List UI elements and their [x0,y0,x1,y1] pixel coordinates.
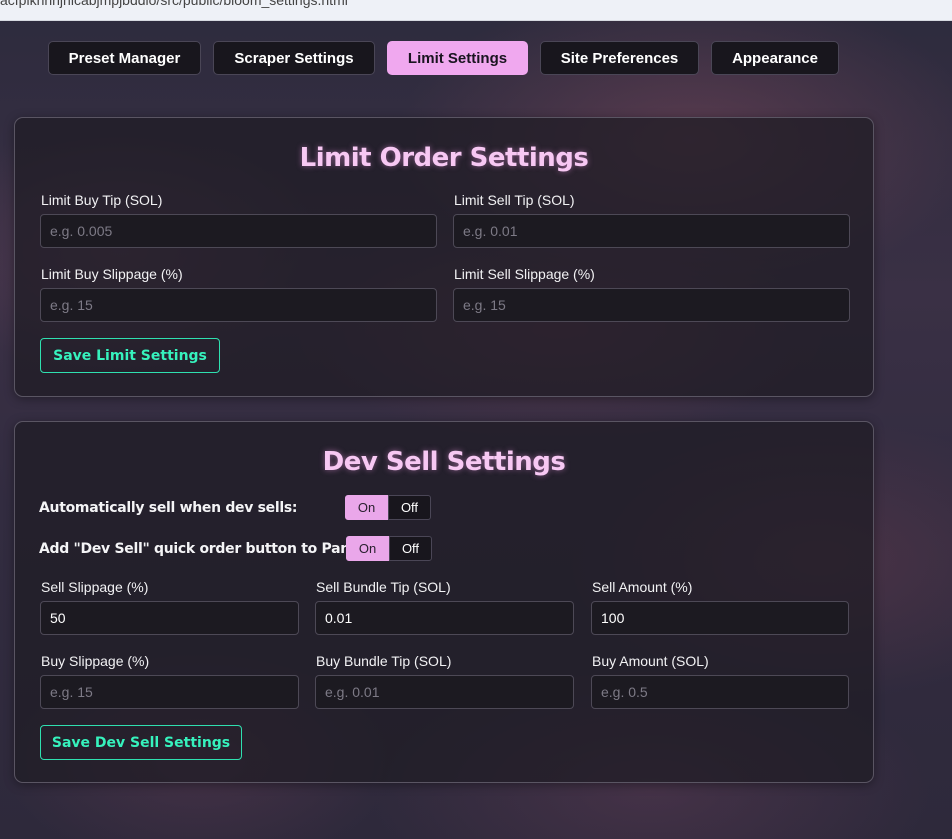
auto-sell-on-button[interactable]: On [345,495,388,520]
browser-url-bar[interactable]: acfpiknhnjnicabjmpjbddlo/src/public/bloo… [0,0,952,21]
quick-button-label: Add "Dev Sell" quick order button to Pan… [39,541,369,557]
auto-sell-label: Automatically sell when dev sells: [39,500,298,516]
limit-order-settings-card: Limit Order Settings Limit Buy Tip (SOL)… [14,117,874,397]
limit-sell-slippage-input[interactable] [453,288,850,322]
buy-slippage-label: Buy Slippage (%) [41,653,150,669]
tab-appearance[interactable]: Appearance [711,41,839,75]
limit-sell-slippage-label: Limit Sell Slippage (%) [454,266,595,282]
buy-bundle-tip-input[interactable] [315,675,574,709]
tab-site-preferences[interactable]: Site Preferences [540,41,699,75]
limit-sell-tip-label: Limit Sell Tip (SOL) [454,192,575,208]
url-text: acfpiknhnjnicabjmpjbddlo/src/public/bloo… [0,0,348,8]
tab-limit-settings[interactable]: Limit Settings [387,41,528,75]
dev-sell-settings-card: Dev Sell Settings Automatically sell whe… [14,421,874,783]
limit-buy-tip-label: Limit Buy Tip (SOL) [41,192,163,208]
tab-scraper-settings[interactable]: Scraper Settings [213,41,375,75]
save-dev-sell-settings-button[interactable]: Save Dev Sell Settings [40,725,242,760]
limit-buy-slippage-label: Limit Buy Slippage (%) [41,266,183,282]
auto-sell-toggle: On Off [345,495,431,520]
save-limit-settings-button[interactable]: Save Limit Settings [40,338,220,373]
auto-sell-off-button[interactable]: Off [388,495,431,520]
limit-buy-tip-input[interactable] [40,214,437,248]
quick-button-on-button[interactable]: On [346,536,389,561]
sell-slippage-label: Sell Slippage (%) [41,579,149,595]
buy-amount-input[interactable] [591,675,849,709]
dev-sell-settings-title: Dev Sell Settings [322,447,566,477]
sell-amount-input[interactable] [591,601,849,635]
sell-bundle-tip-input[interactable] [315,601,574,635]
sell-amount-label: Sell Amount (%) [592,579,693,595]
buy-slippage-input[interactable] [40,675,299,709]
sell-bundle-tip-label: Sell Bundle Tip (SOL) [316,579,451,595]
buy-amount-label: Buy Amount (SOL) [592,653,709,669]
quick-button-off-button[interactable]: Off [389,536,432,561]
buy-bundle-tip-label: Buy Bundle Tip (SOL) [316,653,452,669]
sell-slippage-input[interactable] [40,601,299,635]
limit-order-settings-title: Limit Order Settings [299,143,589,173]
limit-sell-tip-input[interactable] [453,214,850,248]
tab-preset-manager[interactable]: Preset Manager [48,41,201,75]
quick-button-toggle: On Off [346,536,432,561]
limit-buy-slippage-input[interactable] [40,288,437,322]
